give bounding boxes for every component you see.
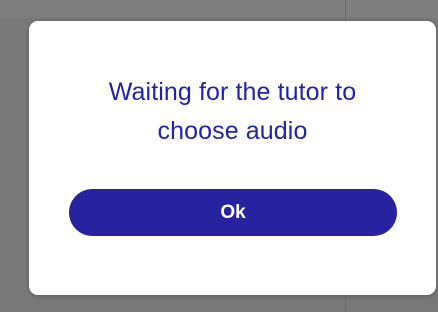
- dialog-message-line-2: choose audio: [157, 117, 308, 145]
- dialog-message: Waiting for the tutor to choose audio: [29, 73, 436, 151]
- dialog-message-line-1: Waiting for the tutor to: [108, 78, 357, 106]
- ok-button[interactable]: Ok: [69, 189, 397, 236]
- background-header: [0, 0, 438, 18]
- waiting-dialog: Waiting for the tutor to choose audio Ok: [29, 21, 436, 295]
